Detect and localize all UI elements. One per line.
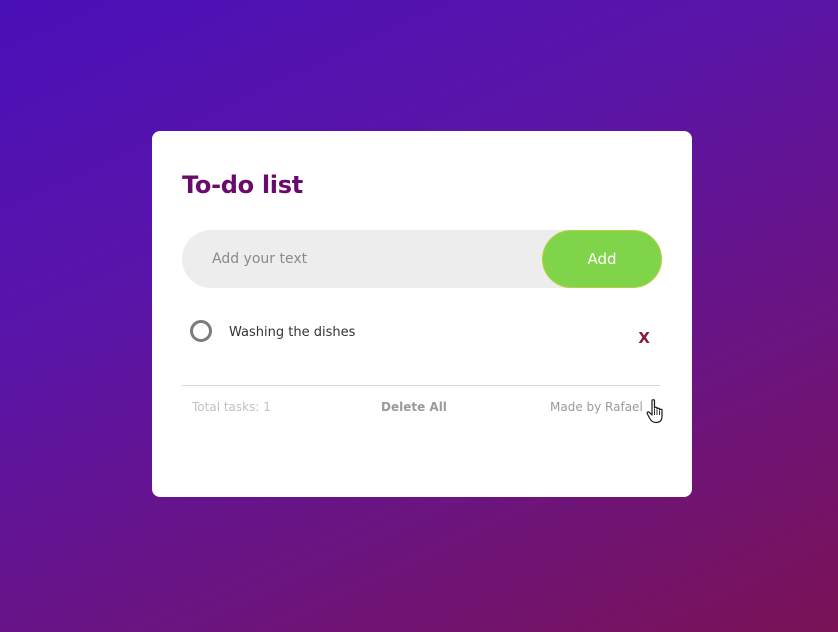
page-title: To-do list bbox=[182, 171, 303, 199]
todo-card: To-do list Add Washing the dishes X Tota… bbox=[152, 131, 692, 497]
delete-task-button[interactable]: X bbox=[638, 329, 650, 347]
delete-all-button[interactable]: Delete All bbox=[381, 400, 447, 414]
footer: Total tasks: 1 Delete All Made by Rafael bbox=[182, 400, 662, 420]
credit-link[interactable]: Made by Rafael bbox=[550, 400, 643, 414]
divider bbox=[182, 385, 660, 386]
add-button[interactable]: Add bbox=[542, 230, 662, 288]
task-input-row: Add bbox=[182, 230, 662, 288]
total-tasks-label: Total tasks: 1 bbox=[192, 400, 271, 414]
task-item[interactable]: Washing the dishes X bbox=[182, 317, 662, 353]
task-list: Washing the dishes X bbox=[182, 317, 662, 353]
hand-pointer-icon bbox=[646, 399, 663, 424]
task-text[interactable]: Washing the dishes bbox=[229, 325, 355, 340]
task-text-input[interactable] bbox=[182, 230, 542, 288]
circle-unchecked-icon[interactable] bbox=[190, 320, 212, 342]
